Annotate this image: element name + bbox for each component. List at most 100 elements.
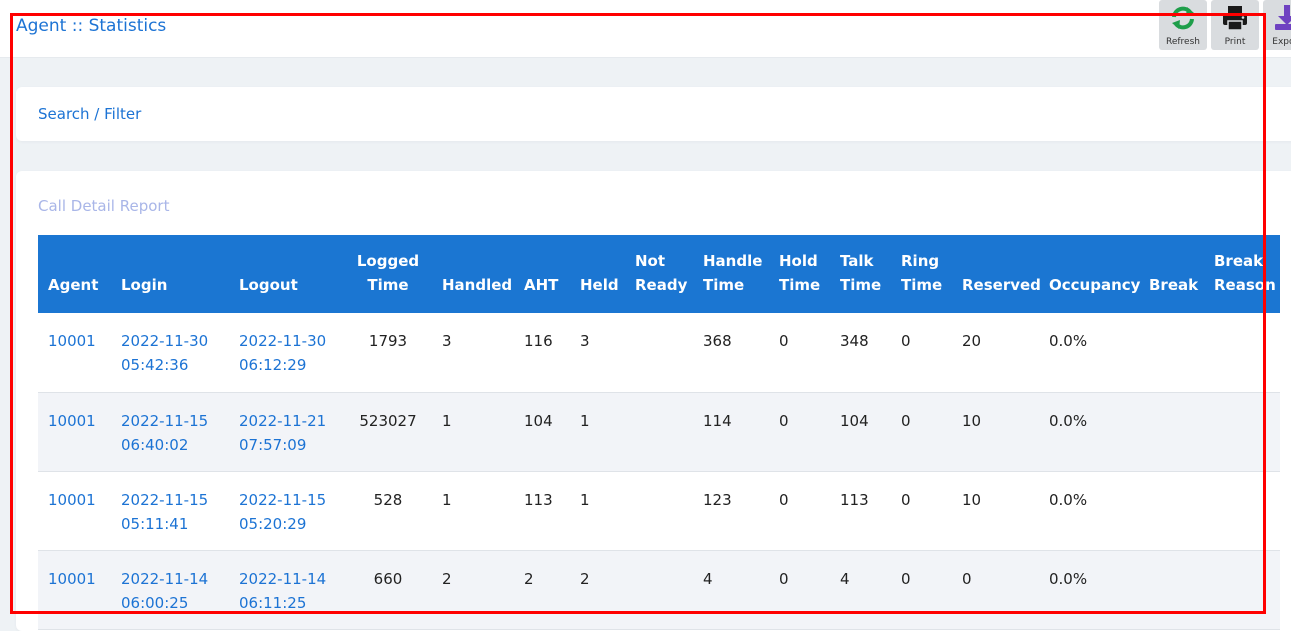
cell-held: 1 xyxy=(580,490,590,509)
cell-talk-time: 348 xyxy=(840,332,869,350)
cell-agent[interactable]: 10001 xyxy=(38,471,111,550)
download-icon xyxy=(1273,0,1291,36)
export-button[interactable]: Export xyxy=(1263,0,1291,50)
column-header-break-reason[interactable]: Break Reason xyxy=(1204,235,1280,313)
cell-logout[interactable]: 2022-11-14 06:11:25 xyxy=(229,550,344,629)
cell-occupancy: 0.0% xyxy=(1049,490,1088,509)
column-header-ring-time[interactable]: Ring Time xyxy=(891,235,952,313)
table-row: 10001 2022-11-15 05:11:41 2022-11-15 05:20… xyxy=(38,471,1280,550)
column-header-break[interactable]: Break xyxy=(1139,235,1204,313)
filter-card: Search / Filter xyxy=(16,87,1291,141)
report-card: Call Detail Report Agent Login Logout Logge… xyxy=(16,171,1291,631)
cell-break-reason xyxy=(1204,313,1280,392)
cell-logout[interactable]: 2022-11-15 05:20:29 xyxy=(229,471,344,550)
page-title: Agent :: Statistics xyxy=(16,16,167,36)
column-header-login[interactable]: Login xyxy=(111,235,229,313)
cell-ring-time: 0 xyxy=(901,490,911,509)
cell-reserved: 10 xyxy=(962,490,982,509)
column-header-logged-time[interactable]: Logged Time xyxy=(344,235,432,313)
cell-login[interactable]: 2022-11-30 05:42:36 xyxy=(111,313,229,392)
column-header-aht[interactable]: AHT xyxy=(514,235,570,313)
table-row: 10001 2022-11-15 06:40:02 2022-11-21 07:57… xyxy=(38,392,1280,471)
table-row: 10001 2022-11-30 05:42:36 2022-11-30 06:12… xyxy=(38,313,1280,392)
cell-break-reason xyxy=(1204,550,1280,629)
refresh-icon xyxy=(1169,0,1197,36)
cell-occupancy: 0.0% xyxy=(1049,332,1088,350)
refresh-button[interactable]: Refresh xyxy=(1159,0,1207,50)
cell-hold-time: 0 xyxy=(779,332,789,350)
column-header-talk-time[interactable]: Talk Time xyxy=(830,235,891,313)
cell-reserved: 20 xyxy=(962,332,982,350)
column-header-hold-time[interactable]: Hold Time xyxy=(769,235,830,313)
cell-not-ready xyxy=(625,471,693,550)
toolbar: Refresh Print Export xyxy=(1159,0,1291,50)
cell-reserved: 0 xyxy=(962,569,972,588)
column-header-handle-time[interactable]: Handle Time xyxy=(693,235,769,313)
column-header-occupancy[interactable]: Occupancy xyxy=(1039,235,1140,313)
cell-login[interactable]: 2022-11-14 06:00:25 xyxy=(111,550,229,629)
cell-logged-time: 528 xyxy=(373,490,403,509)
report-title: Call Detail Report xyxy=(38,197,170,215)
cell-break xyxy=(1139,550,1204,629)
cell-not-ready xyxy=(625,392,693,471)
cell-logged-time: 660 xyxy=(373,569,403,588)
cell-handled: 1 xyxy=(442,411,452,430)
cell-handled: 2 xyxy=(442,569,452,588)
cell-break xyxy=(1139,471,1204,550)
cell-break xyxy=(1139,392,1204,471)
cell-occupancy: 0.0% xyxy=(1049,411,1088,430)
column-header-logout[interactable]: Logout xyxy=(229,235,344,313)
cell-logged-time: 523027 xyxy=(359,411,417,430)
cell-not-ready xyxy=(625,313,693,392)
print-icon xyxy=(1221,0,1249,36)
cell-logged-time: 1793 xyxy=(368,332,408,350)
search-filter-toggle[interactable]: Search / Filter xyxy=(38,105,141,123)
column-header-handled[interactable]: Handled xyxy=(432,235,514,313)
cell-logout[interactable]: 2022-11-30 06:12:29 xyxy=(229,313,344,392)
column-header-agent[interactable]: Agent xyxy=(38,235,111,313)
cell-talk-time: 104 xyxy=(840,411,869,430)
cell-break-reason xyxy=(1204,392,1280,471)
cell-held: 1 xyxy=(580,411,590,430)
cell-handle-time: 4 xyxy=(703,569,713,588)
export-label: Export xyxy=(1272,37,1291,47)
cell-occupancy: 0.0% xyxy=(1049,569,1088,588)
cell-aht: 116 xyxy=(524,332,553,350)
table-row: 10001 2022-11-14 06:00:25 2022-11-14 06:11… xyxy=(38,550,1280,629)
print-button[interactable]: Print xyxy=(1211,0,1259,50)
cell-aht: 2 xyxy=(524,569,534,588)
cell-ring-time: 0 xyxy=(901,411,911,430)
cell-login[interactable]: 2022-11-15 05:11:41 xyxy=(111,471,229,550)
cell-handled: 1 xyxy=(442,490,452,509)
cell-held: 3 xyxy=(580,332,590,350)
cell-login[interactable]: 2022-11-15 06:40:02 xyxy=(111,392,229,471)
cell-break-reason xyxy=(1204,471,1280,550)
cell-hold-time: 0 xyxy=(779,569,789,588)
table-header-row: Agent Login Logout Logged Time Handled AHT Hel… xyxy=(38,235,1280,313)
cell-agent[interactable]: 10001 xyxy=(38,550,111,629)
cell-break xyxy=(1139,313,1204,392)
cell-ring-time: 0 xyxy=(901,569,911,588)
cell-handled: 3 xyxy=(442,332,452,350)
top-bar: Agent :: Statistics Refresh Print Exp xyxy=(0,0,1291,58)
column-header-reserved[interactable]: Reserved xyxy=(952,235,1041,313)
cell-talk-time: 113 xyxy=(840,490,869,509)
cell-reserved: 10 xyxy=(962,411,982,430)
cell-handle-time: 368 xyxy=(703,332,732,350)
refresh-label: Refresh xyxy=(1166,37,1200,47)
column-header-not-ready[interactable]: Not Ready xyxy=(625,235,693,313)
cell-aht: 113 xyxy=(524,490,553,509)
call-detail-table: Agent Login Logout Logged Time Handled AHT Hel… xyxy=(38,235,1280,630)
cell-agent[interactable]: 10001 xyxy=(38,392,111,471)
cell-not-ready xyxy=(625,550,693,629)
cell-logout[interactable]: 2022-11-21 07:57:09 xyxy=(229,392,344,471)
cell-handle-time: 123 xyxy=(703,490,732,509)
cell-agent[interactable]: 10001 xyxy=(38,313,111,392)
cell-hold-time: 0 xyxy=(779,490,789,509)
cell-handle-time: 114 xyxy=(703,411,732,430)
cell-ring-time: 0 xyxy=(901,332,911,350)
column-header-held[interactable]: Held xyxy=(570,235,625,313)
cell-held: 2 xyxy=(580,569,590,588)
cell-talk-time: 4 xyxy=(840,569,850,588)
print-label: Print xyxy=(1224,37,1246,47)
